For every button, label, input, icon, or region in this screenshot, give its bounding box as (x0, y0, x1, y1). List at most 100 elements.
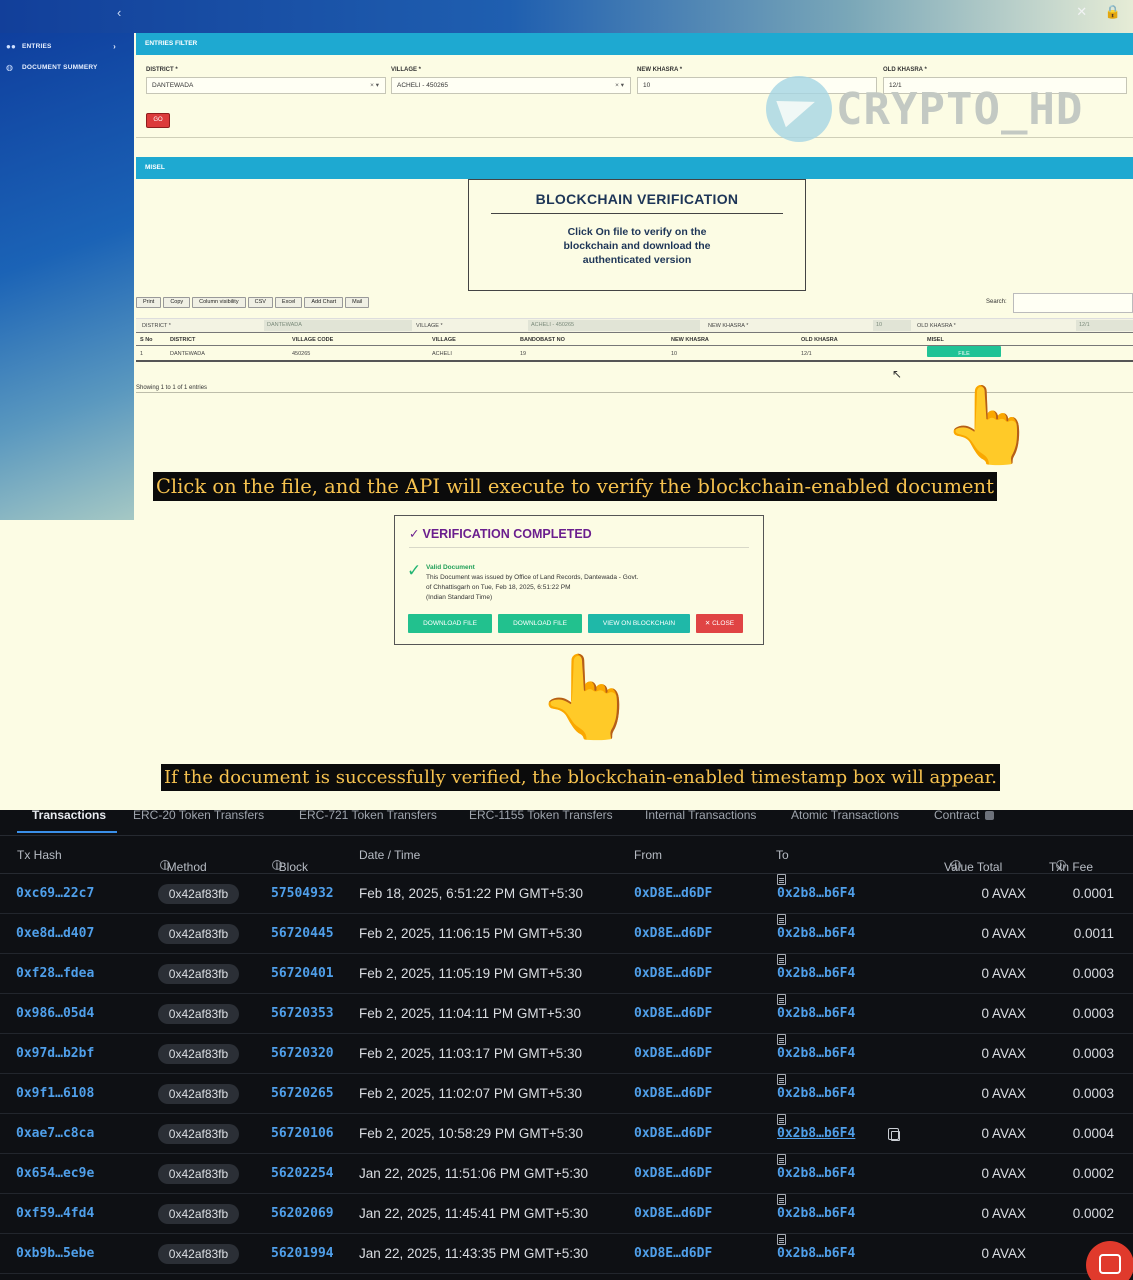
from-address-link[interactable]: 0xD8E…d6DF (634, 994, 712, 1034)
tab-erc1155[interactable]: ERC-1155 Token Transfers (469, 810, 613, 821)
column-visibility-button[interactable]: Column visibility (192, 297, 246, 308)
to-address-link[interactable]: 0x2b8…b6F4 (777, 1034, 855, 1074)
to-address-link[interactable]: 0x2b8…b6F4 (777, 994, 855, 1034)
clear-dropdown-icon[interactable]: × ▾ (370, 78, 379, 93)
to-address-link[interactable]: 0x2b8…b6F4 (777, 1234, 855, 1274)
field-value: 10 (643, 82, 651, 89)
village-select[interactable]: ACHELI - 450265 × ▾ (391, 77, 631, 94)
from-address-link[interactable]: 0xD8E…d6DF (634, 1114, 712, 1154)
csv-button[interactable]: CSV (247, 297, 273, 308)
from-address-link[interactable]: 0xD8E…d6DF (634, 1194, 712, 1234)
block-link[interactable]: 56202069 (271, 1194, 334, 1234)
tab-transactions[interactable]: Transactions (32, 810, 106, 821)
column-header[interactable]: MISEL (927, 333, 944, 347)
sidebar-item-document-summery[interactable]: ◍ DOCUMENT SUMMERY (0, 57, 134, 78)
block-link[interactable]: 56720353 (271, 994, 334, 1034)
block-link[interactable]: 56202254 (271, 1154, 334, 1194)
excel-button[interactable]: Excel (274, 297, 303, 308)
sidebar-item-label: ENTRIES (22, 43, 52, 50)
block-link[interactable]: 57504932 (271, 874, 334, 914)
download-file-button-2[interactable]: DOWNLOAD FILE (498, 614, 582, 633)
column-header[interactable]: BANDOBAST NO (520, 333, 565, 347)
from-address-link[interactable]: 0xD8E…d6DF (634, 954, 712, 994)
collapse-sidebar-icon[interactable]: ‹ (117, 5, 121, 20)
to-address-link[interactable]: 0x2b8…b6F4 (777, 1074, 855, 1114)
tab-contract[interactable]: Contract (934, 810, 995, 821)
tx-hash-link[interactable]: 0x9f1…6108 (16, 1074, 94, 1114)
to-address-link[interactable]: 0x2b8…b6F4 (777, 874, 855, 914)
clear-dropdown-icon[interactable]: × ▾ (615, 78, 624, 93)
tx-hash-link[interactable]: 0xae7…c8ca (16, 1114, 94, 1154)
tab-atomic[interactable]: Atomic Transactions (791, 810, 899, 821)
add-chart-button[interactable]: Add Chart (304, 297, 344, 308)
tx-hash-link[interactable]: 0x97d…b2bf (16, 1034, 94, 1074)
column-header[interactable]: VILLAGE CODE (292, 333, 333, 347)
search-input[interactable] (1013, 293, 1133, 313)
block-link[interactable]: 56720106 (271, 1114, 334, 1154)
from-address-link[interactable]: 0xD8E…d6DF (634, 1074, 712, 1114)
date-time: Jan 22, 2025, 11:51:06 PM GMT+5:30 (359, 1166, 589, 1181)
to-address-link[interactable]: 0x2b8…b6F4 (777, 954, 855, 994)
header-method: i Method (160, 848, 207, 874)
tx-hash-link[interactable]: 0xf59…4fd4 (16, 1194, 94, 1234)
sidebar-item-entries[interactable]: ●● ENTRIES › (0, 36, 134, 57)
block-link[interactable]: 56201994 (271, 1234, 334, 1274)
tx-hash-link[interactable]: 0x654…ec9e (16, 1154, 94, 1194)
column-header[interactable]: OLD KHASRA (801, 333, 838, 347)
tx-hash-link[interactable]: 0xf28…fdea (16, 954, 94, 994)
info-icon[interactable]: i (950, 859, 961, 871)
explorer-tabs: Transactions ERC-20 Token Transfers ERC-… (0, 810, 1133, 836)
tx-hash-link[interactable]: 0xe8d…d407 (16, 914, 94, 954)
block-link[interactable]: 56720265 (271, 1074, 334, 1114)
tx-hash-link[interactable]: 0xc69…22c7 (16, 874, 94, 914)
tx-hash-link[interactable]: 0xb9b…5ebe (16, 1234, 94, 1274)
go-button[interactable]: GO (146, 113, 170, 128)
value-total: 0 AVAX (981, 1086, 1026, 1101)
district-field: DISTRICT * DANTEWADA × ▾ (146, 67, 386, 94)
table-row: 0xb9b…5ebe 0x42af83fb 56201994 Jan 22, 2025… (0, 1234, 1133, 1274)
to-address-link[interactable]: 0x2b8…b6F4 (777, 1154, 855, 1194)
to-address-link[interactable]: 0x2b8…b6F4 (777, 914, 855, 954)
print-button[interactable]: Print (136, 297, 162, 308)
from-address-link[interactable]: 0xD8E…d6DF (634, 914, 712, 954)
from-address-link[interactable]: 0xD8E…d6DF (634, 1234, 712, 1274)
filter-value: 10 (873, 320, 911, 331)
date-time: Feb 18, 2025, 6:51:22 PM GMT+5:30 (359, 886, 584, 901)
verification-completed-dialog: ✓ VERIFICATION COMPLETED ✓ Valid Document… (394, 515, 764, 645)
tab-erc20[interactable]: ERC-20 Token Transfers (133, 810, 264, 821)
column-header[interactable]: DISTRICT (170, 333, 195, 347)
lock-icon[interactable]: 🔒 (1105, 4, 1121, 19)
from-address-link[interactable]: 0xD8E…d6DF (634, 874, 712, 914)
tab-erc721[interactable]: ERC-721 Token Transfers (299, 810, 437, 821)
cell: 1 (140, 351, 144, 357)
column-header[interactable]: S No (140, 333, 153, 347)
to-address-link[interactable]: 0x2b8…b6F4 (777, 1194, 855, 1234)
tab-internal[interactable]: Internal Transactions (645, 810, 756, 821)
copy-button[interactable]: Copy (163, 297, 191, 308)
column-header[interactable]: VILLAGE (432, 333, 456, 347)
column-header[interactable]: NEW KHASRA (671, 333, 709, 347)
block-link[interactable]: 56720445 (271, 914, 334, 954)
file-button[interactable]: FILE (927, 346, 1001, 357)
from-address-link[interactable]: 0xD8E…d6DF (634, 1154, 712, 1194)
value-total: 0 AVAX (981, 1126, 1026, 1141)
district-select[interactable]: DANTEWADA × ▾ (146, 77, 386, 94)
table-toolbar: Print Copy Column visibility CSV Excel A… (136, 297, 371, 309)
cell: 12/1 (801, 351, 812, 357)
close-button[interactable]: ✕ CLOSE (696, 614, 743, 633)
close-icon[interactable]: ✕ (1076, 4, 1087, 19)
from-address-link[interactable]: 0xD8E…d6DF (634, 1034, 712, 1074)
tx-hash-link[interactable]: 0x986…05d4 (16, 994, 94, 1034)
view-on-blockchain-button[interactable]: VIEW ON BLOCKCHAIN (588, 614, 690, 633)
chat-icon[interactable] (1086, 1241, 1133, 1280)
mail-button[interactable]: Mail (345, 297, 370, 308)
to-address-link[interactable]: 0x2b8…b6F4 (777, 1114, 855, 1154)
dialog-line: This Document was issued by Office of La… (426, 574, 639, 581)
download-file-button[interactable]: DOWNLOAD FILE (408, 614, 492, 633)
block-link[interactable]: 56720320 (271, 1034, 334, 1074)
dialog-line: (Indian Standard Time) (426, 594, 493, 601)
copy-icon[interactable] (888, 1128, 900, 1141)
block-link[interactable]: 56720401 (271, 954, 334, 994)
info-icon[interactable]: i (1055, 859, 1066, 871)
date-time: Feb 2, 2025, 11:04:11 PM GMT+5:30 (359, 1006, 582, 1021)
